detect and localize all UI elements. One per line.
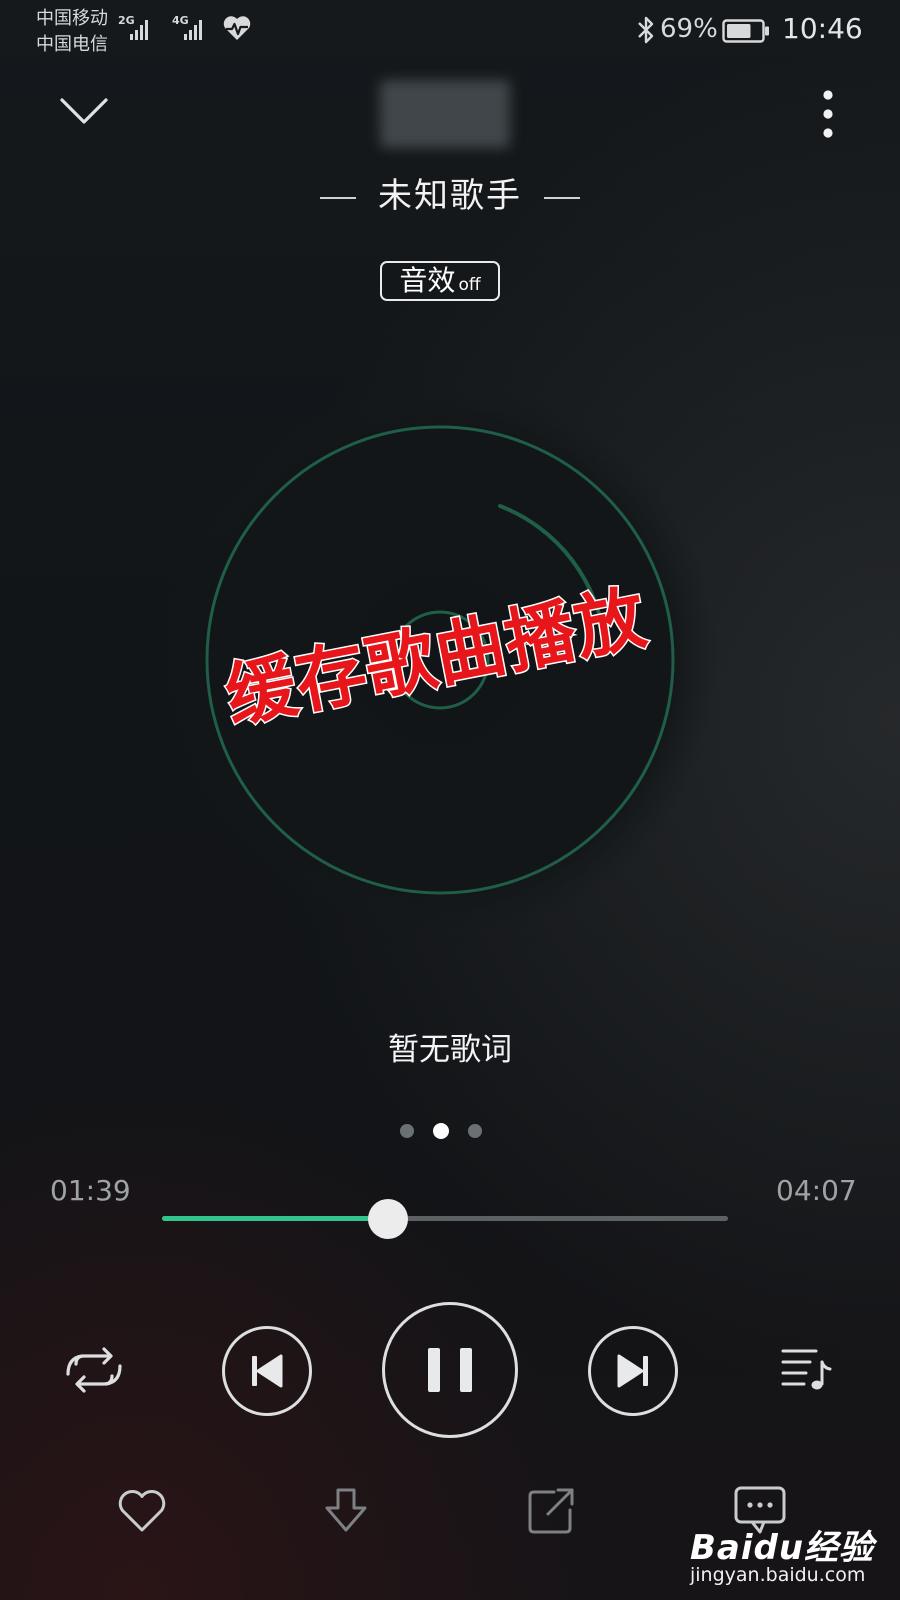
watermark-brand: Baidu经验 (690, 1528, 875, 1568)
carrier-1: 中国移动 (36, 8, 108, 29)
lyrics-text: 暂无歌词 (388, 1032, 512, 1068)
battery-icon (722, 19, 769, 43)
elapsed-time: 01:39 (50, 1174, 131, 1207)
battery-level-fill (727, 24, 751, 38)
heart-icon[interactable] (114, 1484, 170, 1540)
battery-percent: 69% (660, 14, 718, 44)
sound-effect-label: 音效 (399, 264, 456, 297)
pause-icon (428, 1348, 472, 1392)
baidu-jingyan-watermark: Baidu经验 jingyan.baidu.com (690, 1520, 890, 1590)
artist-dash-left (320, 196, 356, 199)
watermark-url: jingyan.baidu.com (690, 1564, 866, 1586)
carrier-labels: 中国移动 中国电信 (36, 6, 108, 58)
next-icon (617, 1354, 648, 1388)
artist-row: 未知歌手 (0, 168, 900, 217)
progress-bar[interactable] (162, 1199, 728, 1239)
clock: 10:46 (782, 12, 863, 45)
next-button[interactable] (588, 1326, 678, 1416)
repeat-icon (66, 1347, 122, 1393)
artist-name: 未知歌手 (378, 176, 522, 216)
previous-icon (252, 1354, 283, 1388)
more-vertical-icon[interactable] (806, 86, 850, 142)
page-dot-3[interactable] (468, 1124, 482, 1138)
page-dot-2[interactable] (433, 1123, 449, 1139)
page-dot-1[interactable] (400, 1124, 414, 1138)
download-icon[interactable] (318, 1484, 374, 1540)
progress-handle[interactable] (368, 1199, 409, 1239)
sound-effect-button[interactable]: 音效 off (380, 261, 500, 301)
carrier-2: 中国电信 (36, 34, 108, 55)
progress-fill (162, 1216, 389, 1221)
playlist-button[interactable] (780, 1344, 832, 1396)
page-indicator[interactable] (390, 1122, 510, 1142)
total-duration: 04:07 (776, 1174, 857, 1207)
status-bar: 中国移动 中国电信 2G 4G 69% 10:46 (0, 0, 900, 64)
sound-effect-state: off (458, 275, 481, 295)
bluetooth-icon (638, 16, 654, 44)
artist-dash-right (544, 196, 580, 199)
song-title-blurred (380, 80, 510, 148)
share-icon[interactable] (524, 1484, 580, 1540)
repeat-button[interactable] (62, 1344, 126, 1396)
heart-rate-icon (223, 16, 251, 40)
pause-button[interactable] (382, 1302, 518, 1438)
chevron-down-icon[interactable] (56, 92, 112, 132)
playlist-icon (781, 1349, 832, 1390)
previous-button[interactable] (222, 1326, 312, 1416)
